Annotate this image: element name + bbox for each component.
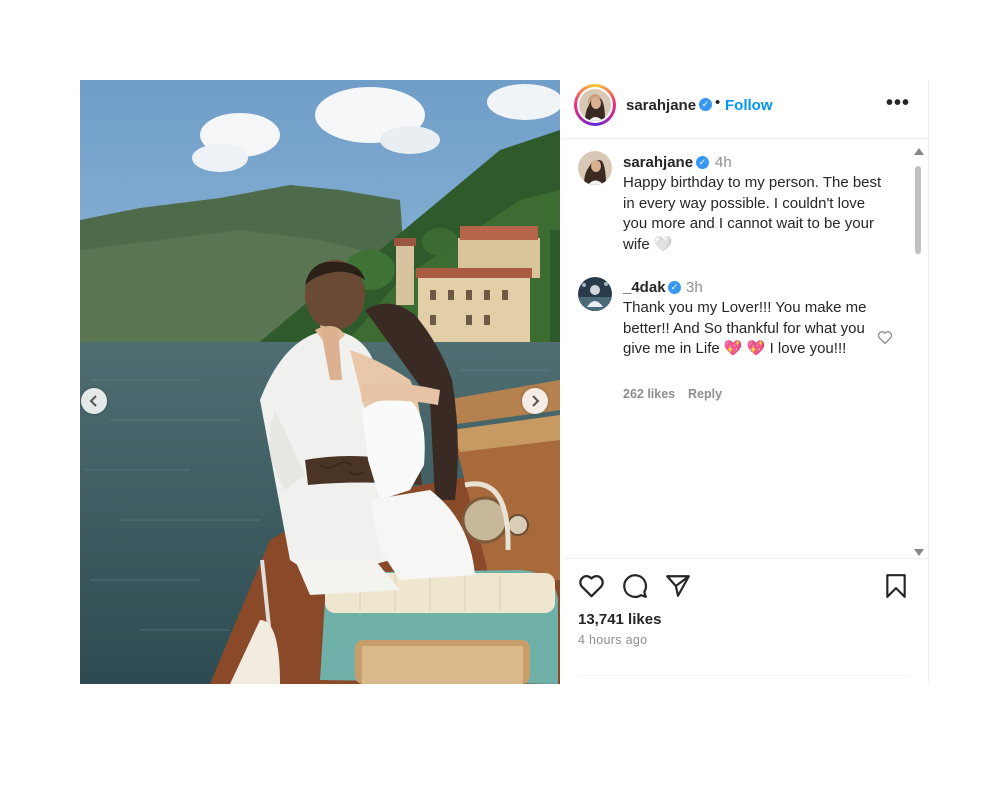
follow-button[interactable]: Follow [725, 97, 773, 114]
verified-badge-icon: ✓ [699, 98, 712, 111]
comment-time[interactable]: 3h [686, 279, 703, 296]
separator-dot: • [715, 94, 721, 111]
post-timestamp[interactable]: 4 hours ago [578, 633, 647, 647]
comment-text: Happy birthday to my person. The best in… [623, 174, 882, 253]
post-side-panel: sarahjane ✓ • Follow ••• sarahjane ✓ 4h … [562, 80, 929, 684]
scroll-up-arrow-icon[interactable] [914, 148, 924, 155]
comment-icon[interactable] [622, 573, 648, 599]
post-actions: 13,741 likes 4 hours ago [562, 558, 928, 685]
chevron-left-icon [89, 395, 97, 407]
chevron-right-icon [532, 395, 540, 407]
commenter-avatar[interactable] [578, 151, 612, 185]
instagram-post-card: sarahjane ✓ • Follow ••• sarahjane ✓ 4h … [80, 80, 929, 684]
more-options-icon[interactable]: ••• [886, 92, 910, 115]
divider [578, 675, 910, 676]
post-photo[interactable] [80, 80, 560, 684]
bookmark-icon[interactable] [884, 573, 908, 599]
comment-time[interactable]: 4h [715, 154, 732, 171]
author-avatar[interactable] [574, 84, 616, 126]
author-username[interactable]: sarahjane [626, 97, 696, 114]
next-image-button[interactable] [522, 388, 548, 414]
scroll-thumb[interactable] [915, 166, 921, 254]
heart-icon[interactable] [578, 573, 605, 598]
comment-username[interactable]: _4dak [623, 279, 666, 296]
comments-list: sarahjane ✓ 4h Happy birthday to my pers… [562, 139, 928, 557]
avatar-photo [579, 89, 611, 121]
comment-text: Thank you my Lover!!! You make me better… [623, 299, 867, 357]
comment-username[interactable]: sarahjane [623, 154, 693, 171]
comment-likes[interactable]: 262 likes [623, 387, 675, 401]
verified-badge-icon: ✓ [668, 281, 681, 294]
comments-scrollbar[interactable] [913, 148, 924, 556]
likes-count[interactable]: 13,741 likes [578, 611, 661, 628]
previous-image-button[interactable] [81, 388, 107, 414]
scroll-down-arrow-icon[interactable] [914, 549, 924, 556]
reply-button[interactable]: Reply [688, 387, 722, 401]
commenter-avatar[interactable] [578, 277, 612, 311]
verified-badge-icon: ✓ [696, 156, 709, 169]
paper-plane-icon[interactable] [665, 573, 691, 599]
like-comment-heart-icon[interactable] [877, 330, 893, 345]
post-header: sarahjane ✓ • Follow ••• [562, 80, 928, 139]
avatar-ring-inner [577, 87, 613, 123]
lake-boat-scene [80, 80, 560, 684]
